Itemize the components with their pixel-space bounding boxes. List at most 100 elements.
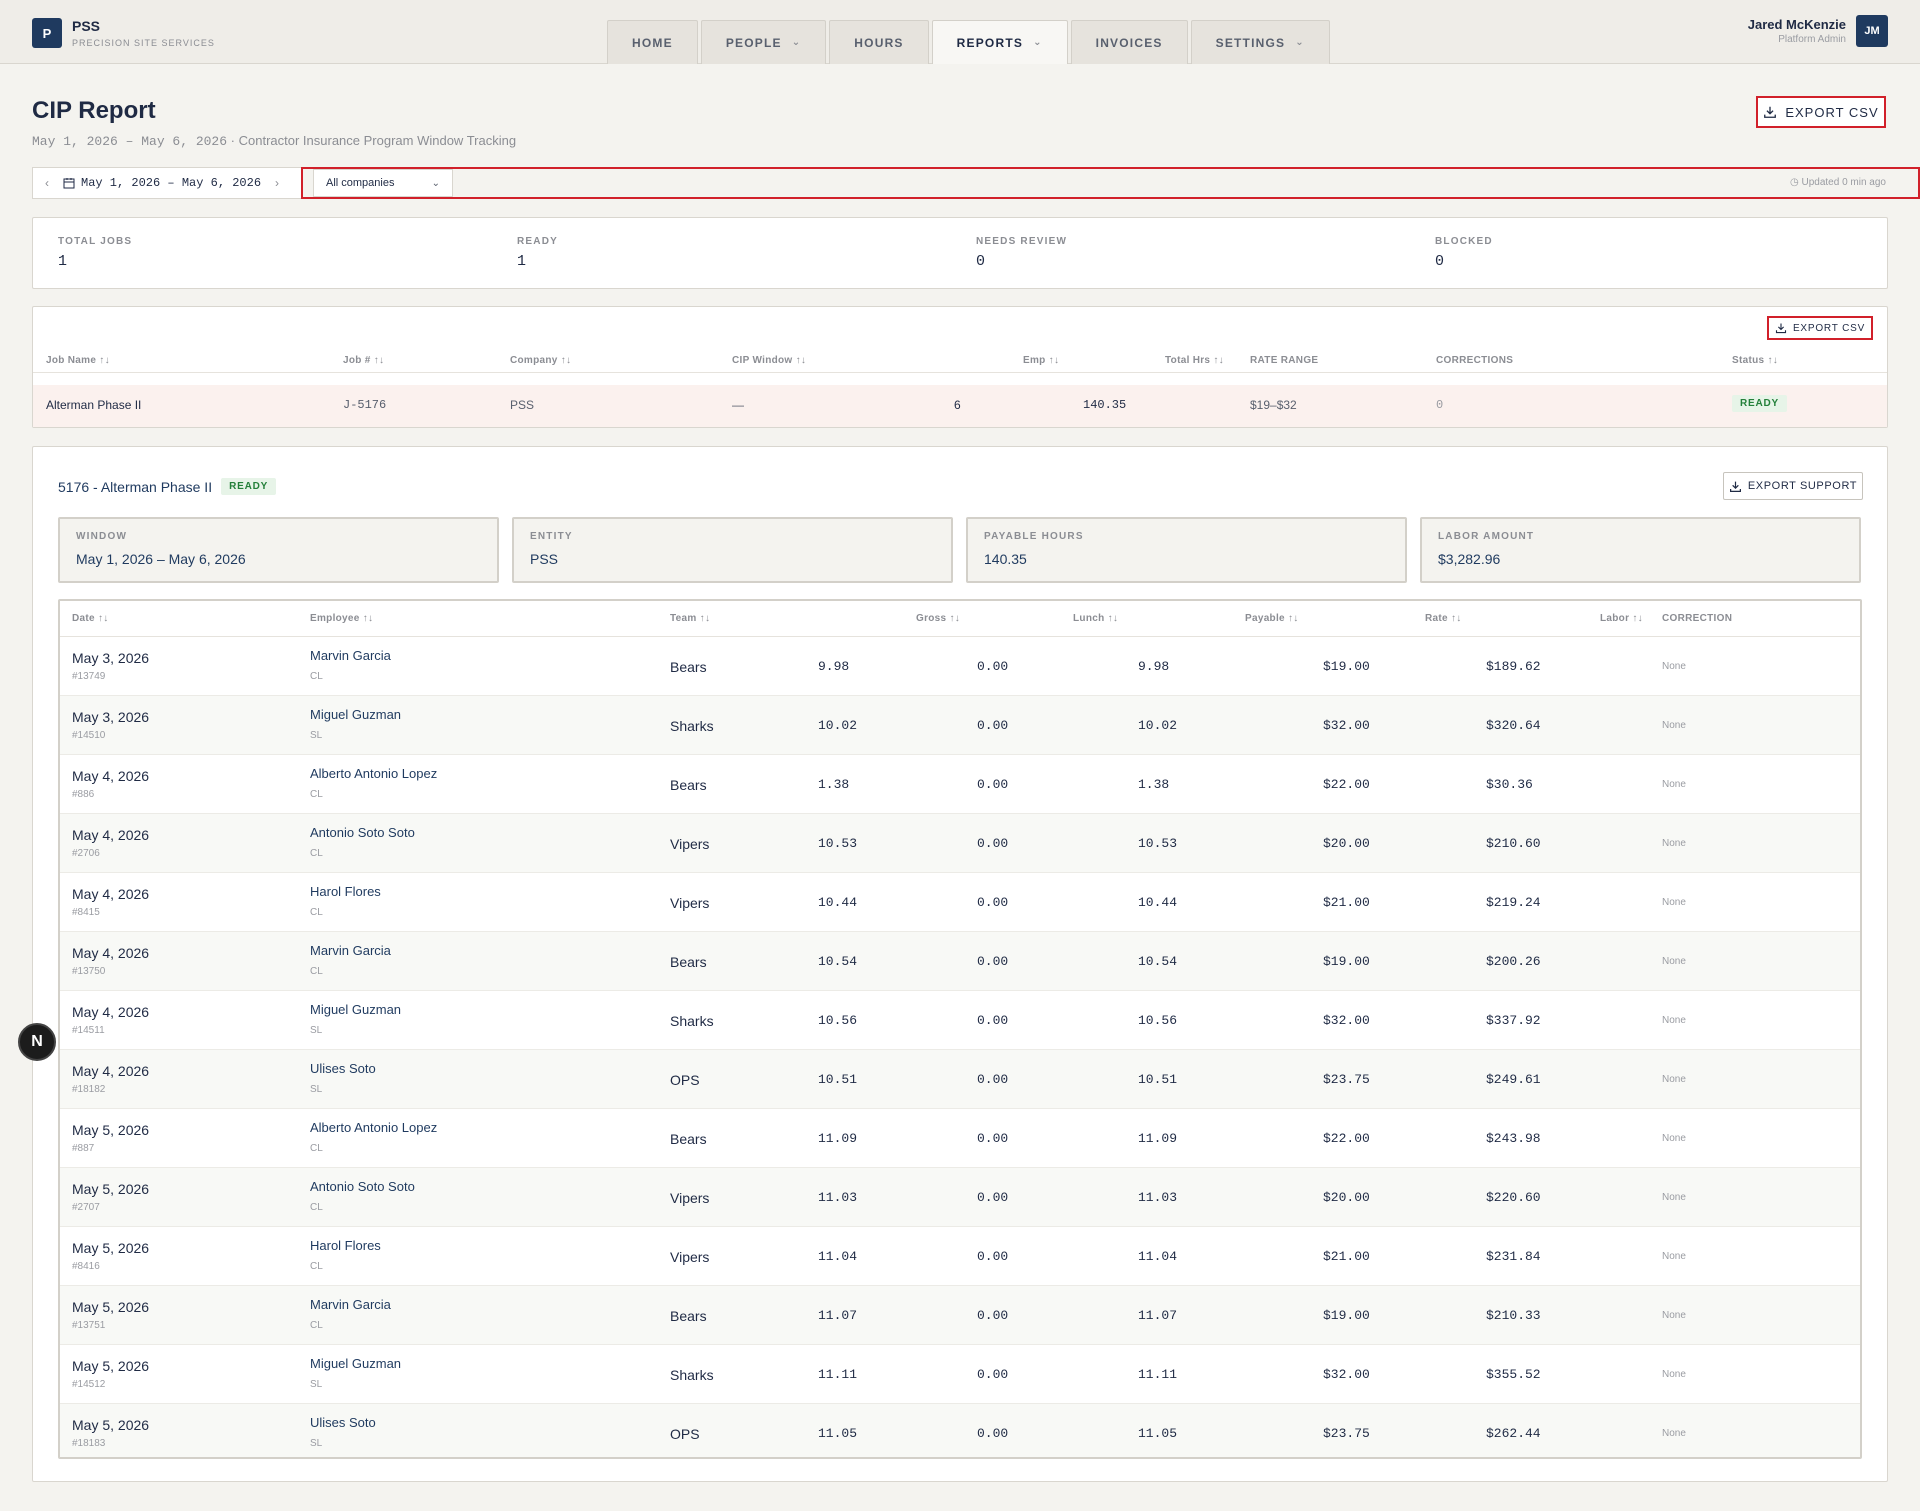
col-emp[interactable]: Emp ↑↓ [1023, 355, 1059, 366]
row-correction: None [1662, 956, 1686, 967]
table-row[interactable]: May 3, 2026 #14510 Miguel Guzman SL Sharks 10… [60, 696, 1860, 755]
table-row[interactable]: May 4, 2026 #13750 Marvin Garcia CL Bears 10.… [60, 932, 1860, 991]
export-support-button[interactable]: EXPORT SUPPORT [1723, 472, 1863, 500]
company-select[interactable]: All companies ⌄ [313, 169, 453, 197]
table-row[interactable]: May 5, 2026 #887 Alberto Antonio Lopez CL Be… [60, 1109, 1860, 1168]
row-team: Bears [670, 777, 707, 793]
row-date: May 3, 2026 [72, 650, 150, 666]
col-employee[interactable]: Employee ↑↓ [310, 613, 373, 624]
company-select-value: All companies [326, 177, 395, 189]
row-labor: $355.52 [1486, 1367, 1541, 1382]
chevron-right-icon[interactable]: › [275, 176, 279, 190]
table-row[interactable]: May 5, 2026 #8416 Harol Flores CL Vipers 11.0… [60, 1227, 1860, 1286]
nav-tab-reports[interactable]: REPORTS ⌄ [931, 20, 1068, 64]
row-employee-link[interactable]: Alberto Antonio Lopez [310, 766, 437, 781]
col-total-hrs[interactable]: Total Hrs ↑↓ [1165, 355, 1224, 366]
row-employee-link[interactable]: Alberto Antonio Lopez [310, 1120, 437, 1135]
table-row[interactable]: May 4, 2026 #8415 Harol Flores CL Vipers 10.4… [60, 873, 1860, 932]
row-employee-link[interactable]: Ulises Soto [310, 1061, 376, 1076]
row-employee-link[interactable]: Marvin Garcia [310, 943, 391, 958]
row-employee-link[interactable]: Miguel Guzman [310, 1002, 401, 1017]
status-badge: READY [221, 478, 277, 495]
row-payable: 10.54 [1138, 954, 1178, 969]
row-rate: $19.00 [1323, 659, 1370, 674]
row-date: May 5, 2026 [72, 1299, 150, 1315]
row-employee-link[interactable]: Miguel Guzman [310, 707, 401, 722]
stats-panel: TOTAL JOBS 1 READY 1 NEEDS REVIEW 0 BLOC… [32, 217, 1888, 289]
export-support-label: EXPORT SUPPORT [1747, 480, 1858, 492]
nav-tab-home[interactable]: HOME [607, 20, 698, 64]
table-row[interactable]: May 5, 2026 #13751 Marvin Garcia CL Bears 11.… [60, 1286, 1860, 1345]
nav-tab-settings[interactable]: SETTINGS ⌄ [1190, 20, 1330, 64]
row-employee-link[interactable]: Harol Flores [310, 1238, 381, 1253]
assistant-badge[interactable]: N [18, 1023, 56, 1061]
row-employee-link[interactable]: Marvin Garcia [310, 648, 391, 663]
row-correction: None [1662, 1192, 1686, 1203]
row-employee-link[interactable]: Marvin Garcia [310, 1297, 391, 1312]
row-employee-role: SL [310, 1379, 323, 1390]
top-bar: P PSS PRECISION SITE SERVICES HOME PEOPL… [0, 0, 1920, 64]
row-employee-link[interactable]: Antonio Soto Soto [310, 1179, 415, 1194]
row-payable: 10.51 [1138, 1072, 1178, 1087]
nav-tab-people[interactable]: PEOPLE ⌄ [700, 20, 827, 64]
user-name: Jared McKenzie [1747, 17, 1846, 32]
job-name: Alterman Phase II [46, 398, 142, 412]
row-team: Bears [670, 1131, 707, 1147]
table-row[interactable]: May 4, 2026 #886 Alberto Antonio Lopez CL Be… [60, 755, 1860, 814]
date-range-picker[interactable]: ‹ May 1, 2026 – May 6, 2026 › [32, 167, 302, 199]
row-employee-role: SL [310, 1084, 323, 1095]
col-lunch[interactable]: Lunch ↑↓ [1073, 613, 1118, 624]
table-row[interactable]: May 4, 2026 #2706 Antonio Soto Soto CL Viper… [60, 814, 1860, 873]
col-payable[interactable]: Payable ↑↓ [1245, 613, 1299, 624]
col-labor[interactable]: Labor ↑↓ [1600, 613, 1643, 624]
row-date: May 5, 2026 [72, 1417, 150, 1433]
table-row[interactable]: May 4, 2026 #14511 Miguel Guzman SL Sharks 10… [60, 991, 1860, 1050]
col-gross[interactable]: Gross ↑↓ [916, 613, 960, 624]
table-row[interactable]: May 5, 2026 #14512 Miguel Guzman SL Sharks 11… [60, 1345, 1860, 1404]
table-row[interactable]: May 4, 2026 #18182 Ulises Soto SL OPS 10.51 0.… [60, 1050, 1860, 1109]
row-employee-link[interactable]: Miguel Guzman [310, 1356, 401, 1371]
col-job-name[interactable]: Job Name ↑↓ [46, 355, 110, 366]
col-company[interactable]: Company ↑↓ [510, 355, 571, 366]
row-rate: $20.00 [1323, 836, 1370, 851]
table-row[interactable]: Alterman Phase II J-5176 PSS — 6 140.35 … [33, 385, 1887, 427]
row-employee-link[interactable]: Ulises Soto [310, 1415, 376, 1430]
nav-label: REPORTS [956, 35, 1024, 50]
user-menu[interactable]: Jared McKenzie Platform Admin JM [1748, 15, 1888, 47]
col-job-number[interactable]: Job # ↑↓ [343, 355, 384, 366]
jobs-export-csv-button[interactable]: EXPORT CSV [1767, 316, 1873, 340]
col-status[interactable]: Status ↑↓ [1732, 355, 1778, 366]
table-row[interactable]: May 5, 2026 #2707 Antonio Soto Soto CL Viper… [60, 1168, 1860, 1227]
table-row[interactable]: May 3, 2026 #13749 Marvin Garcia CL Bears 9.9… [60, 637, 1860, 696]
chevron-left-icon[interactable]: ‹ [45, 176, 49, 190]
row-employee-link[interactable]: Harol Flores [310, 884, 381, 899]
col-date[interactable]: Date ↑↓ [72, 613, 109, 624]
row-labor: $249.61 [1486, 1072, 1541, 1087]
nav-label: SETTINGS [1215, 35, 1286, 50]
row-payable: 11.05 [1138, 1426, 1178, 1441]
stat-value: 1 [58, 253, 68, 270]
col-team[interactable]: Team ↑↓ [670, 613, 710, 624]
row-correction: None [1662, 779, 1686, 790]
card-payable-hours: PAYABLE HOURS 140.35 [966, 517, 1407, 583]
summary-cards: WINDOW May 1, 2026 – May 6, 2026 ENTITY … [58, 517, 1862, 583]
stat-value: 0 [1435, 253, 1445, 270]
export-csv-button[interactable]: EXPORT CSV [1756, 96, 1886, 128]
col-rate[interactable]: Rate ↑↓ [1425, 613, 1462, 624]
card-label: LABOR AMOUNT [1438, 531, 1535, 542]
row-employee-link[interactable]: Antonio Soto Soto [310, 825, 415, 840]
table-row[interactable]: May 5, 2026 #18183 Ulises Soto SL OPS 11.05 0.… [60, 1404, 1860, 1457]
col-cip-window[interactable]: CIP Window ↑↓ [732, 355, 806, 366]
row-team: Vipers [670, 836, 710, 852]
card-value: 140.35 [984, 551, 1027, 567]
row-team: Sharks [670, 718, 714, 734]
nav-tab-hours[interactable]: HOURS [829, 20, 929, 64]
row-lunch: 0.00 [977, 659, 1009, 674]
row-rate: $23.75 [1323, 1426, 1370, 1441]
row-entry-id: #2707 [72, 1202, 100, 1213]
avatar[interactable]: JM [1856, 15, 1888, 47]
user-role: Platform Admin [1778, 34, 1846, 45]
nav-tab-invoices[interactable]: INVOICES [1070, 20, 1188, 64]
brand[interactable]: P PSS PRECISION SITE SERVICES [32, 18, 215, 48]
row-correction: None [1662, 1310, 1686, 1321]
